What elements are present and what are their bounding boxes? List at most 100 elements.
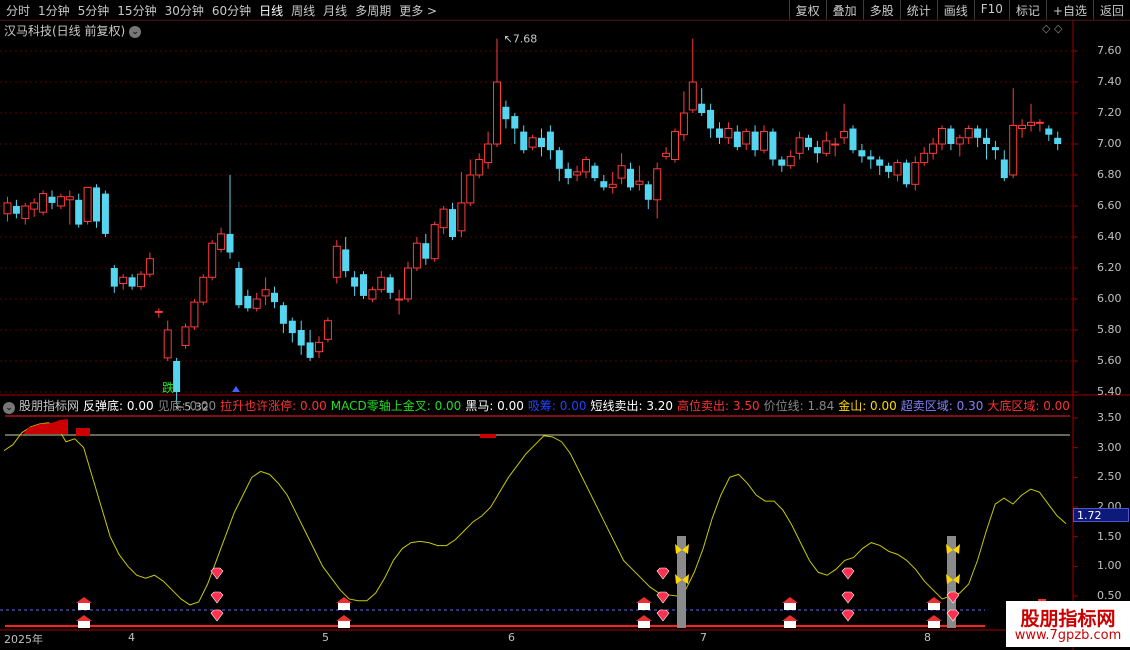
candle (466, 159, 475, 206)
house-icon (636, 615, 652, 628)
candle (582, 156, 590, 179)
indicator-tick-label: 2.50 (1097, 470, 1122, 484)
candle (760, 125, 768, 154)
candle (65, 190, 74, 225)
candle (573, 165, 582, 182)
candle (3, 196, 12, 222)
candle (653, 162, 662, 219)
candle (983, 128, 990, 160)
candle (795, 131, 804, 160)
candle (778, 156, 786, 172)
candle (938, 125, 946, 151)
candle (261, 277, 270, 306)
indicator-tick-label: 3.00 (1097, 440, 1122, 454)
date-axis: 2025年 4 5 6 7 8 (0, 631, 1070, 649)
date-tick-label: 5 (322, 631, 329, 644)
candle (1027, 103, 1035, 132)
up-arrow-icon (232, 386, 240, 392)
candle (342, 237, 350, 278)
date-tick-label: 2025年 (4, 633, 43, 646)
candle (822, 131, 831, 157)
candle (1018, 119, 1027, 138)
candle (199, 274, 208, 306)
candle (101, 190, 109, 237)
candle (235, 261, 243, 309)
diamond-icon (210, 609, 224, 622)
candle (707, 103, 715, 138)
candle (386, 274, 394, 299)
candle (813, 140, 821, 163)
candle (564, 162, 572, 185)
candle (617, 153, 626, 185)
candle (538, 128, 545, 157)
house-icon (926, 615, 942, 628)
diamond-icon (841, 591, 855, 604)
house-icon (636, 597, 652, 610)
house-icon (782, 615, 798, 628)
candle (911, 156, 920, 191)
candlestick-series: ↖7.68←5.32跌 (3, 33, 1062, 413)
candle (991, 140, 999, 160)
candle (858, 144, 866, 163)
indicator-value: 反弹底: 0.00 (83, 399, 154, 413)
watermark-logo: 股朋指标网 www.7gpzb.com (1006, 601, 1130, 647)
indicator-line (3, 422, 1067, 606)
candle (323, 317, 332, 343)
candle (1045, 125, 1053, 141)
date-tick-label: 4 (128, 631, 135, 644)
candle (315, 336, 323, 358)
drop-marker-label: 跌 (162, 380, 174, 395)
candle (377, 271, 386, 293)
candle (520, 125, 528, 154)
candle (964, 125, 973, 144)
candle (217, 227, 226, 253)
indicator-header: ⌄ 股朋指标网 反弹底: 0.00 见底: 0.00 拉升也许涨停: 0.00 MACD零… (0, 397, 1074, 414)
indicator-value: 见底: 0.00 (157, 399, 217, 413)
house-icon (336, 615, 352, 628)
candle (627, 162, 634, 191)
price-tick-label: 6.00 (1097, 292, 1122, 305)
candle (154, 308, 163, 318)
candle (786, 150, 795, 169)
candle (56, 193, 65, 210)
watermark-url: www.7gpzb.com (1014, 628, 1122, 643)
candle (688, 38, 697, 113)
house-icon (76, 615, 92, 628)
chevron-down-icon[interactable]: ⌄ (3, 402, 15, 414)
candle (751, 125, 759, 157)
candle (332, 240, 341, 284)
candle (493, 38, 501, 148)
candle (430, 221, 439, 262)
candle (297, 320, 305, 355)
candle (947, 125, 955, 151)
candle (484, 131, 493, 169)
price-tick-label: 7.00 (1097, 137, 1122, 150)
candle (404, 261, 412, 303)
candle (93, 184, 100, 228)
house-icon (926, 597, 942, 610)
indicator-value: 大底区域: 0.00 (987, 399, 1070, 413)
candle (439, 206, 448, 234)
indicator-value-badge: 1.72 (1073, 508, 1129, 522)
candle (724, 122, 733, 144)
candle (742, 128, 751, 151)
diamond-icon (841, 567, 855, 580)
candle (226, 175, 234, 259)
candle (119, 274, 128, 290)
candle (163, 320, 172, 361)
price-tick-label: 6.80 (1097, 168, 1122, 181)
price-tick-label: 7.60 (1097, 44, 1122, 57)
candle (716, 122, 723, 144)
candle (600, 175, 608, 191)
kline-chart[interactable]: ↖7.68←5.32跌 (0, 0, 1130, 650)
high-price-label: ↖7.68 (504, 33, 538, 46)
candle (288, 317, 296, 343)
candle (1035, 119, 1044, 132)
candle (449, 202, 456, 241)
watermark-title: 股朋指标网 (1020, 608, 1116, 630)
price-tick-label: 6.60 (1097, 199, 1122, 212)
indicator-value: 短线卖出: 3.20 (590, 399, 674, 413)
price-tick-label: 7.40 (1097, 75, 1122, 88)
date-tick-label: 6 (508, 631, 515, 644)
candle (475, 153, 484, 179)
